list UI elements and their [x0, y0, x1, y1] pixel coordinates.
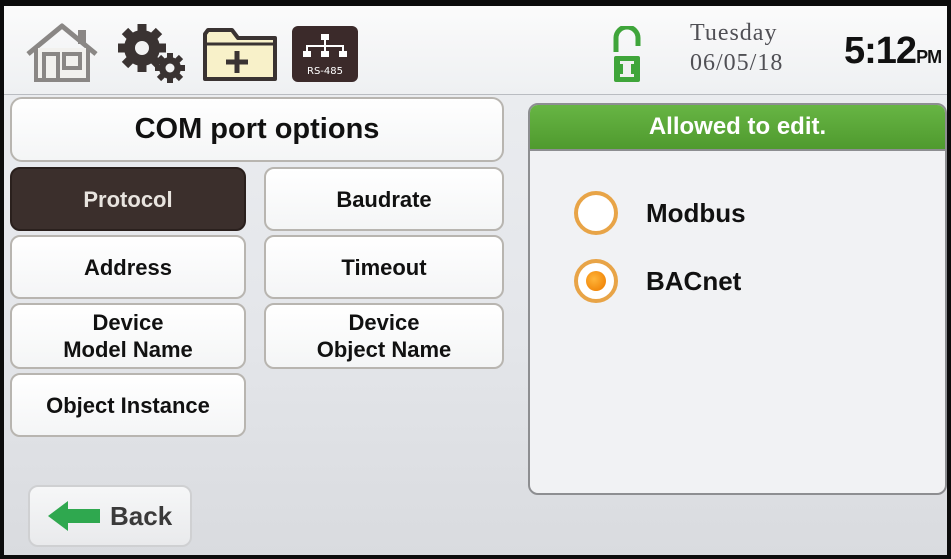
protocol-button[interactable]: Protocol — [10, 167, 246, 231]
device-model-name-button[interactable]: Device Model Name — [10, 303, 246, 369]
baudrate-button[interactable]: Baudrate — [264, 167, 504, 231]
device-object-line1: Device — [348, 310, 420, 335]
folder-add-icon[interactable] — [202, 24, 278, 82]
date-label: 06/05/18 — [690, 50, 784, 76]
clock-ampm: PM — [916, 47, 942, 67]
option-label-modbus: Modbus — [646, 197, 746, 228]
clock-time: 5:12 — [844, 30, 917, 72]
back-button[interactable]: Back — [28, 485, 192, 547]
page-title: COM port options — [10, 97, 504, 162]
weekday-label: Tuesday — [690, 20, 778, 46]
device-object-line2: Object Name — [316, 337, 452, 362]
rs485-network-icon[interactable]: RS-485 — [292, 26, 358, 82]
screen: RS-485 Tuesday 06/05/18 5:12PM COM port … — [4, 6, 947, 555]
option-label-bacnet: BACnet — [646, 265, 742, 296]
radio-bacnet[interactable] — [574, 259, 618, 303]
edit-panel: Allowed to edit. Modbus BACnet — [528, 103, 947, 495]
device-object-name-button[interactable]: Device Object Name — [264, 303, 504, 369]
home-icon[interactable] — [22, 20, 102, 84]
object-instance-button[interactable]: Object Instance — [10, 373, 246, 437]
back-label: Back — [110, 500, 173, 531]
top-bar: RS-485 Tuesday 06/05/18 5:12PM — [4, 6, 947, 95]
clock: 5:12PM — [844, 30, 942, 73]
option-modbus[interactable]: Modbus — [574, 191, 746, 235]
gear-icon[interactable] — [112, 20, 192, 86]
device-model-line2: Model Name — [63, 337, 193, 362]
arrow-left-icon — [46, 499, 102, 533]
unlock-icon[interactable] — [612, 24, 642, 84]
timeout-button[interactable]: Timeout — [264, 235, 504, 299]
edit-panel-header: Allowed to edit. — [530, 105, 945, 151]
option-bacnet[interactable]: BACnet — [574, 259, 741, 303]
device-model-line1: Device — [92, 310, 164, 335]
rs485-label: RS-485 — [307, 66, 343, 77]
radio-modbus[interactable] — [574, 191, 618, 235]
address-button[interactable]: Address — [10, 235, 246, 299]
